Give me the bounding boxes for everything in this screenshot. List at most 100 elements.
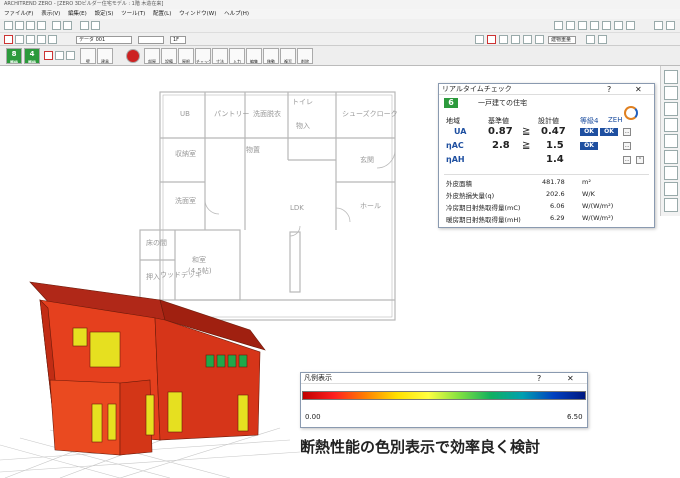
pencil-icon[interactable] bbox=[487, 35, 496, 44]
menu-tools[interactable]: ツール(T) bbox=[121, 11, 145, 17]
legend-help-button[interactable]: ? bbox=[537, 373, 541, 384]
new-file-icon[interactable] bbox=[4, 21, 13, 30]
roof-button[interactable]: 屋根 bbox=[178, 48, 194, 64]
redo-icon[interactable] bbox=[63, 21, 72, 30]
menu-help[interactable]: ヘルプ(H) bbox=[224, 11, 249, 17]
room-button[interactable]: 部屋 bbox=[144, 48, 160, 64]
linetype-combo[interactable] bbox=[138, 36, 164, 44]
ua-detail-button[interactable]: ... bbox=[623, 128, 631, 136]
save-icon[interactable] bbox=[26, 21, 35, 30]
legend-close-button[interactable]: ✕ bbox=[567, 373, 574, 384]
metric-unit-envelope-area: m² bbox=[582, 178, 591, 186]
view-rf-icon[interactable] bbox=[66, 51, 75, 60]
window-title: ARCHITREND ZERO - [ZERO 3Dビルダー住宅モデル : 1階… bbox=[4, 1, 164, 7]
snap-icon[interactable] bbox=[511, 35, 520, 44]
pan-icon[interactable] bbox=[91, 21, 100, 30]
help-button[interactable]: ? bbox=[607, 84, 611, 95]
etaah-detail-button[interactable]: ... bbox=[623, 156, 631, 164]
edit-button[interactable]: 編集 bbox=[246, 48, 262, 64]
layer-show-icon[interactable] bbox=[15, 35, 24, 44]
grid-icon[interactable] bbox=[626, 21, 635, 30]
room-labels: UB パントリー 洗面脱衣 トイレ 物入 シューズクローク 物置 収納室 玄関 … bbox=[146, 98, 398, 281]
close-button[interactable]: ✕ bbox=[635, 84, 642, 95]
menu-file[interactable]: ファイル(F) bbox=[4, 11, 33, 17]
window-side-3 bbox=[237, 394, 249, 432]
close-window-icon[interactable] bbox=[666, 21, 675, 30]
layer-combo[interactable]: データ 001 bbox=[76, 36, 132, 44]
palette-door-icon[interactable] bbox=[664, 102, 678, 116]
layer-color-icon[interactable] bbox=[48, 35, 57, 44]
reload-icon[interactable] bbox=[654, 21, 663, 30]
rotate-icon[interactable] bbox=[535, 35, 544, 44]
metric-label-heat-loss: 外皮熱損失量(q) bbox=[446, 192, 495, 200]
select-icon[interactable] bbox=[475, 35, 484, 44]
room-label-ldk: LDK bbox=[290, 204, 304, 212]
palette-wall-icon[interactable] bbox=[664, 70, 678, 84]
palette-dimension-icon[interactable] bbox=[664, 198, 678, 212]
copy-button[interactable]: 複写 bbox=[280, 48, 296, 64]
etaac-detail-button[interactable]: ... bbox=[623, 142, 631, 150]
move-button[interactable]: 移動 bbox=[263, 48, 279, 64]
grade-main-value: 8 bbox=[11, 50, 17, 58]
palette-text-icon[interactable] bbox=[664, 182, 678, 196]
delete-button[interactable]: 削除 bbox=[297, 48, 313, 64]
mirror-icon[interactable] bbox=[523, 35, 532, 44]
legend-titlebar: 凡例表示 ? ✕ bbox=[301, 373, 587, 384]
metric-unit-heat-loss: W/K bbox=[582, 190, 595, 198]
grade-badge: 6 bbox=[444, 98, 458, 108]
palette-window-icon[interactable] bbox=[664, 86, 678, 100]
wall-button[interactable]: 壁 bbox=[80, 48, 96, 64]
print-icon[interactable] bbox=[37, 21, 46, 30]
floor-combo[interactable]: 1F bbox=[170, 36, 186, 44]
room-label-entrance: 玄関 bbox=[360, 155, 374, 164]
grade-button-main[interactable]: 8 等級 bbox=[6, 48, 22, 64]
input-button[interactable]: 入力 bbox=[229, 48, 245, 64]
measure-icon[interactable] bbox=[499, 35, 508, 44]
palette-stair-icon[interactable] bbox=[664, 134, 678, 148]
layer-select-icon[interactable] bbox=[26, 35, 35, 44]
legend-max: 6.50 bbox=[567, 413, 583, 421]
render-icon[interactable] bbox=[602, 21, 611, 30]
view-front-icon[interactable] bbox=[578, 21, 587, 30]
ua-grade4-ok: OK bbox=[580, 128, 598, 136]
view-3d-icon[interactable] bbox=[554, 21, 563, 30]
standard-toolbar bbox=[0, 19, 680, 33]
metric-label-envelope-area: 外皮面積 bbox=[446, 180, 472, 188]
ua-zeh-ok: OK bbox=[600, 128, 618, 136]
check-button[interactable]: チェック bbox=[195, 48, 211, 64]
window-green-4 bbox=[238, 354, 248, 368]
window-side-1 bbox=[145, 394, 155, 436]
dimension-button[interactable]: 寸法 bbox=[212, 48, 228, 64]
menu-view[interactable]: 表示(V) bbox=[41, 11, 60, 17]
menu-place[interactable]: 配置(L) bbox=[153, 11, 171, 17]
collapse-button[interactable]: ⌃ bbox=[636, 156, 644, 164]
undo-icon[interactable] bbox=[52, 21, 61, 30]
view-1f-icon[interactable] bbox=[44, 51, 53, 60]
etaac-label: ηAC bbox=[446, 141, 464, 150]
view-2f-icon[interactable] bbox=[55, 51, 64, 60]
camera-icon[interactable] bbox=[598, 35, 607, 44]
open-file-icon[interactable] bbox=[15, 21, 24, 30]
palette-room-icon[interactable] bbox=[664, 118, 678, 132]
menu-settings[interactable]: 設定(S) bbox=[95, 11, 114, 17]
view-top-icon[interactable] bbox=[566, 21, 575, 30]
stop-icon[interactable] bbox=[126, 49, 140, 63]
palette-roof-icon[interactable] bbox=[664, 150, 678, 164]
view-combo[interactable]: 建物重量 bbox=[548, 36, 576, 44]
grade-button-sub[interactable]: 4 等級 bbox=[24, 48, 40, 64]
zoom-icon[interactable] bbox=[80, 21, 89, 30]
equipment-button[interactable]: 設備 bbox=[161, 48, 177, 64]
layer-list-icon[interactable] bbox=[37, 35, 46, 44]
room-label-dressing: 洗面脱衣 bbox=[253, 109, 281, 118]
view-side-icon[interactable] bbox=[590, 21, 599, 30]
palette-column-icon[interactable] bbox=[664, 166, 678, 180]
feature-caption: 断熱性能の色別表示で効率良く検討 bbox=[300, 438, 541, 456]
settings-icon[interactable] bbox=[614, 21, 623, 30]
menu-edit[interactable]: 編集(E) bbox=[68, 11, 87, 17]
metrics-divider bbox=[444, 174, 649, 175]
layer-panel-icon[interactable] bbox=[586, 35, 595, 44]
fitting-button[interactable]: 建具 bbox=[97, 48, 113, 64]
room-label-toilet: トイレ bbox=[292, 98, 313, 106]
menu-window[interactable]: ウィンドウ(W) bbox=[179, 11, 216, 17]
layer-lock-icon[interactable] bbox=[4, 35, 13, 44]
